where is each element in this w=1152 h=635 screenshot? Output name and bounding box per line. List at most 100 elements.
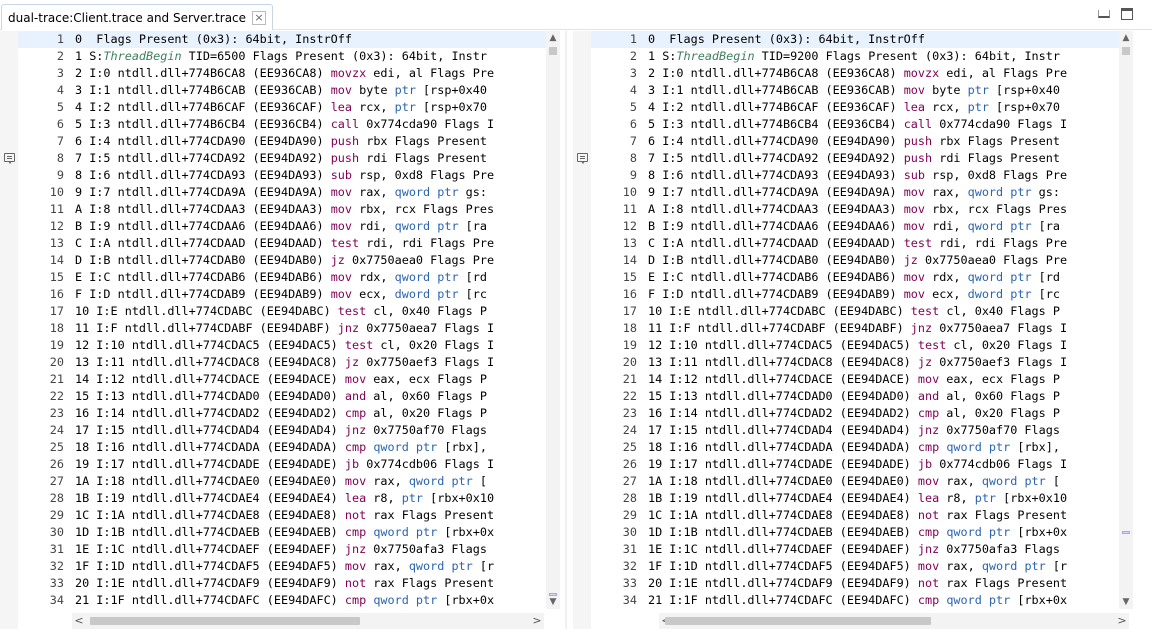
trace-line[interactable]: 3 2 I:0 ntdll.dll+774B6CA8 (EE936CA8) mov… <box>18 65 546 82</box>
line-number: 15 <box>49 270 64 284</box>
trace-line[interactable]: 10 9 I:7 ntdll.dll+774CDA9A (EE94DA9A) mo… <box>18 184 546 201</box>
vertical-scrollbar[interactable]: ▲ ▼ <box>1119 31 1133 609</box>
trace-line[interactable]: 30 1D I:1B ntdll.dll+774CDAEB (EE94DAEB) … <box>591 524 1119 541</box>
line-number: 34 <box>622 593 637 607</box>
pane-divider[interactable] <box>565 31 567 629</box>
trace-line[interactable]: 27 1A I:18 ntdll.dll+774CDAE0 (EE94DAE0) … <box>591 473 1119 490</box>
trace-line[interactable]: 15 E I:C ntdll.dll+774CDAB6 (EE94DAB6) mo… <box>591 269 1119 286</box>
scroll-left-icon[interactable]: < <box>72 613 86 629</box>
scroll-thumb[interactable] <box>665 617 931 625</box>
trace-line[interactable]: 34 21 I:1F ntdll.dll+774CDAFC (EE94DAFC) … <box>591 592 1119 609</box>
trace-lines[interactable]: 1 0 Flags Present (0x3): 64bit, InstrOff 2… <box>18 31 546 609</box>
scroll-down-icon[interactable]: ▼ <box>546 595 560 609</box>
scroll-thumb[interactable] <box>1122 47 1130 55</box>
trace-line[interactable]: 32 1F I:1D ntdll.dll+774CDAF5 (EE94DAF5) … <box>18 558 546 575</box>
trace-line[interactable]: 16 F I:D ntdll.dll+774CDAB9 (EE94DAB9) mo… <box>591 286 1119 303</box>
trace-line[interactable]: 10 9 I:7 ntdll.dll+774CDA9A (EE94DA9A) mo… <box>591 184 1119 201</box>
trace-line[interactable]: 5 4 I:2 ntdll.dll+774B6CAF (EE936CAF) lea… <box>591 99 1119 116</box>
scroll-thumb[interactable] <box>90 617 360 625</box>
trace-line[interactable]: 25 18 I:16 ntdll.dll+774CDADA (EE94DADA) … <box>591 439 1119 456</box>
trace-lines[interactable]: 1 0 Flags Present (0x3): 64bit, InstrOff 2… <box>591 31 1119 609</box>
note-icon[interactable] <box>577 153 588 164</box>
trace-line[interactable]: 8 7 I:5 ntdll.dll+774CDA92 (EE94DA92) pus… <box>18 150 546 167</box>
trace-line[interactable]: 2 1 S:ThreadBegin TID=6500 Flags Present … <box>18 48 546 65</box>
trace-line[interactable]: 1 0 Flags Present (0x3): 64bit, InstrOff <box>18 31 546 48</box>
trace-line[interactable]: 27 1A I:18 ntdll.dll+774CDAE0 (EE94DAE0) … <box>18 473 546 490</box>
trace-line[interactable]: 22 15 I:13 ntdll.dll+774CDAD0 (EE94DAD0) … <box>591 388 1119 405</box>
note-icon[interactable] <box>4 153 15 164</box>
trace-line[interactable]: 21 14 I:12 ntdll.dll+774CDACE (EE94DACE) … <box>18 371 546 388</box>
close-icon[interactable]: × <box>252 10 267 25</box>
trace-line[interactable]: 14 D I:B ntdll.dll+774CDAB0 (EE94DAB0) jz… <box>18 252 546 269</box>
trace-line[interactable]: 6 5 I:3 ntdll.dll+774B6CB4 (EE936CB4) cal… <box>18 116 546 133</box>
maximize-icon[interactable] <box>1121 8 1133 20</box>
trace-line[interactable]: 4 3 I:1 ntdll.dll+774B6CAB (EE936CAB) mov… <box>18 82 546 99</box>
scroll-down-icon[interactable]: ▼ <box>1119 595 1133 609</box>
trace-line[interactable]: 12 B I:9 ntdll.dll+774CDAA6 (EE94DAA6) mo… <box>18 218 546 235</box>
trace-line[interactable]: 7 6 I:4 ntdll.dll+774CDA90 (EE94DA90) pus… <box>591 133 1119 150</box>
trace-line[interactable]: 13 C I:A ntdll.dll+774CDAAD (EE94DAAD) te… <box>18 235 546 252</box>
scroll-right-icon[interactable]: > <box>530 613 544 629</box>
trace-line[interactable]: 13 C I:A ntdll.dll+774CDAAD (EE94DAAD) te… <box>591 235 1119 252</box>
trace-line[interactable]: 6 5 I:3 ntdll.dll+774B6CB4 (EE936CB4) cal… <box>591 116 1119 133</box>
trace-line[interactable]: 28 1B I:19 ntdll.dll+774CDAE4 (EE94DAE4) … <box>18 490 546 507</box>
trace-line[interactable]: 18 11 I:F ntdll.dll+774CDABF (EE94DABF) j… <box>18 320 546 337</box>
trace-line[interactable]: 11 A I:8 ntdll.dll+774CDAA3 (EE94DAA3) mo… <box>591 201 1119 218</box>
trace-line[interactable]: 17 10 I:E ntdll.dll+774CDABC (EE94DABC) t… <box>18 303 546 320</box>
trace-line[interactable]: 29 1C I:1A ntdll.dll+774CDAE8 (EE94DAE8) … <box>591 507 1119 524</box>
trace-line[interactable]: 29 1C I:1A ntdll.dll+774CDAE8 (EE94DAE8) … <box>18 507 546 524</box>
trace-line[interactable]: 3 2 I:0 ntdll.dll+774B6CA8 (EE936CA8) mov… <box>591 65 1119 82</box>
trace-line[interactable]: 16 F I:D ntdll.dll+774CDAB9 (EE94DAB9) mo… <box>18 286 546 303</box>
trace-line[interactable]: 19 12 I:10 ntdll.dll+774CDAC5 (EE94DAC5) … <box>591 337 1119 354</box>
trace-line[interactable]: 31 1E I:1C ntdll.dll+774CDAEF (EE94DAEF) … <box>18 541 546 558</box>
trace-line[interactable]: 2 1 S:ThreadBegin TID=9200 Flags Present … <box>591 48 1119 65</box>
trace-line[interactable]: 20 13 I:11 ntdll.dll+774CDAC8 (EE94DAC8) … <box>591 354 1119 371</box>
trace-line[interactable]: 12 B I:9 ntdll.dll+774CDAA6 (EE94DAA6) mo… <box>591 218 1119 235</box>
trace-line[interactable]: 26 19 I:17 ntdll.dll+774CDADE (EE94DADE) … <box>18 456 546 473</box>
vertical-scrollbar[interactable]: ▲ ▼ <box>546 31 560 609</box>
trace-text: rcx, <box>925 100 968 114</box>
trace-line[interactable]: 25 18 I:16 ntdll.dll+774CDADA (EE94DADA) … <box>18 439 546 456</box>
mnemonic: jnz <box>344 423 367 437</box>
trace-line[interactable]: 20 13 I:11 ntdll.dll+774CDAC8 (EE94DAC8) … <box>18 354 546 371</box>
trace-line[interactable]: 8 7 I:5 ntdll.dll+774CDA92 (EE94DA92) pus… <box>591 150 1119 167</box>
trace-line[interactable]: 30 1D I:1B ntdll.dll+774CDAEB (EE94DAEB) … <box>18 524 546 541</box>
trace-line[interactable]: 5 4 I:2 ntdll.dll+774B6CAF (EE936CAF) lea… <box>18 99 546 116</box>
scroll-right-icon[interactable]: > <box>1115 613 1129 629</box>
trace-line[interactable]: 21 14 I:12 ntdll.dll+774CDACE (EE94DACE) … <box>591 371 1119 388</box>
trace-line[interactable]: 31 1E I:1C ntdll.dll+774CDAEF (EE94DAEF) … <box>591 541 1119 558</box>
trace-line[interactable]: 11 A I:8 ntdll.dll+774CDAA3 (EE94DAA3) mo… <box>18 201 546 218</box>
trace-line[interactable]: 9 8 I:6 ntdll.dll+774CDA93 (EE94DA93) sub… <box>591 167 1119 184</box>
trace-line[interactable]: 23 16 I:14 ntdll.dll+774CDAD2 (EE94DAD2) … <box>18 405 546 422</box>
minimize-icon[interactable] <box>1098 10 1110 18</box>
scroll-up-icon[interactable]: ▲ <box>1119 31 1133 45</box>
trace-line[interactable]: 32 1F I:1D ntdll.dll+774CDAF5 (EE94DAF5) … <box>591 558 1119 575</box>
trace-line[interactable]: 22 15 I:13 ntdll.dll+774CDAD0 (EE94DAD0) … <box>18 388 546 405</box>
pointer-keyword: qword ptr <box>967 219 1032 233</box>
trace-line[interactable]: 4 3 I:1 ntdll.dll+774B6CAB (EE936CAB) mov… <box>591 82 1119 99</box>
editor-tab[interactable]: dual-trace:Client.trace and Server.trace… <box>1 4 274 30</box>
horizontal-scrollbar[interactable]: < > <box>72 613 544 629</box>
scroll-thumb[interactable] <box>549 47 557 55</box>
overview-marker[interactable] <box>1122 531 1130 534</box>
trace-line[interactable]: 19 12 I:10 ntdll.dll+774CDAC5 (EE94DAC5) … <box>18 337 546 354</box>
trace-line[interactable]: 33 20 I:1E ntdll.dll+774CDAF9 (EE94DAF9) … <box>18 575 546 592</box>
trace-line[interactable]: 24 17 I:15 ntdll.dll+774CDAD4 (EE94DAD4) … <box>591 422 1119 439</box>
trace-text: [rbx], <box>1010 440 1060 454</box>
scroll-up-icon[interactable]: ▲ <box>546 31 560 45</box>
trace-line[interactable]: 15 E I:C ntdll.dll+774CDAB6 (EE94DAB6) mo… <box>18 269 546 286</box>
trace-line[interactable]: 28 1B I:19 ntdll.dll+774CDAE4 (EE94DAE4) … <box>591 490 1119 507</box>
trace-line[interactable]: 34 21 I:1F ntdll.dll+774CDAFC (EE94DAFC) … <box>18 592 546 609</box>
trace-line[interactable]: 24 17 I:15 ntdll.dll+774CDAD4 (EE94DAD4) … <box>18 422 546 439</box>
trace-line[interactable]: 23 16 I:14 ntdll.dll+774CDAD2 (EE94DAD2) … <box>591 405 1119 422</box>
trace-line[interactable]: 9 8 I:6 ntdll.dll+774CDA93 (EE94DA93) sub… <box>18 167 546 184</box>
trace-text: 14 I:12 ntdll.dll+774CDACE (EE94DACE) <box>75 372 345 386</box>
trace-line[interactable]: 26 19 I:17 ntdll.dll+774CDADE (EE94DADE) … <box>591 456 1119 473</box>
trace-line[interactable]: 14 D I:B ntdll.dll+774CDAB0 (EE94DAB0) jz… <box>591 252 1119 269</box>
trace-line[interactable]: 7 6 I:4 ntdll.dll+774CDA90 (EE94DA90) pus… <box>18 133 546 150</box>
horizontal-scrollbar[interactable]: < > <box>659 613 1129 629</box>
trace-line[interactable]: 17 10 I:E ntdll.dll+774CDABC (EE94DABC) t… <box>591 303 1119 320</box>
trace-line[interactable]: 33 20 I:1E ntdll.dll+774CDAF9 (EE94DAF9) … <box>591 575 1119 592</box>
trace-line[interactable]: 18 11 I:F ntdll.dll+774CDABF (EE94DABF) j… <box>591 320 1119 337</box>
trace-line[interactable]: 1 0 Flags Present (0x3): 64bit, InstrOff <box>591 31 1119 48</box>
